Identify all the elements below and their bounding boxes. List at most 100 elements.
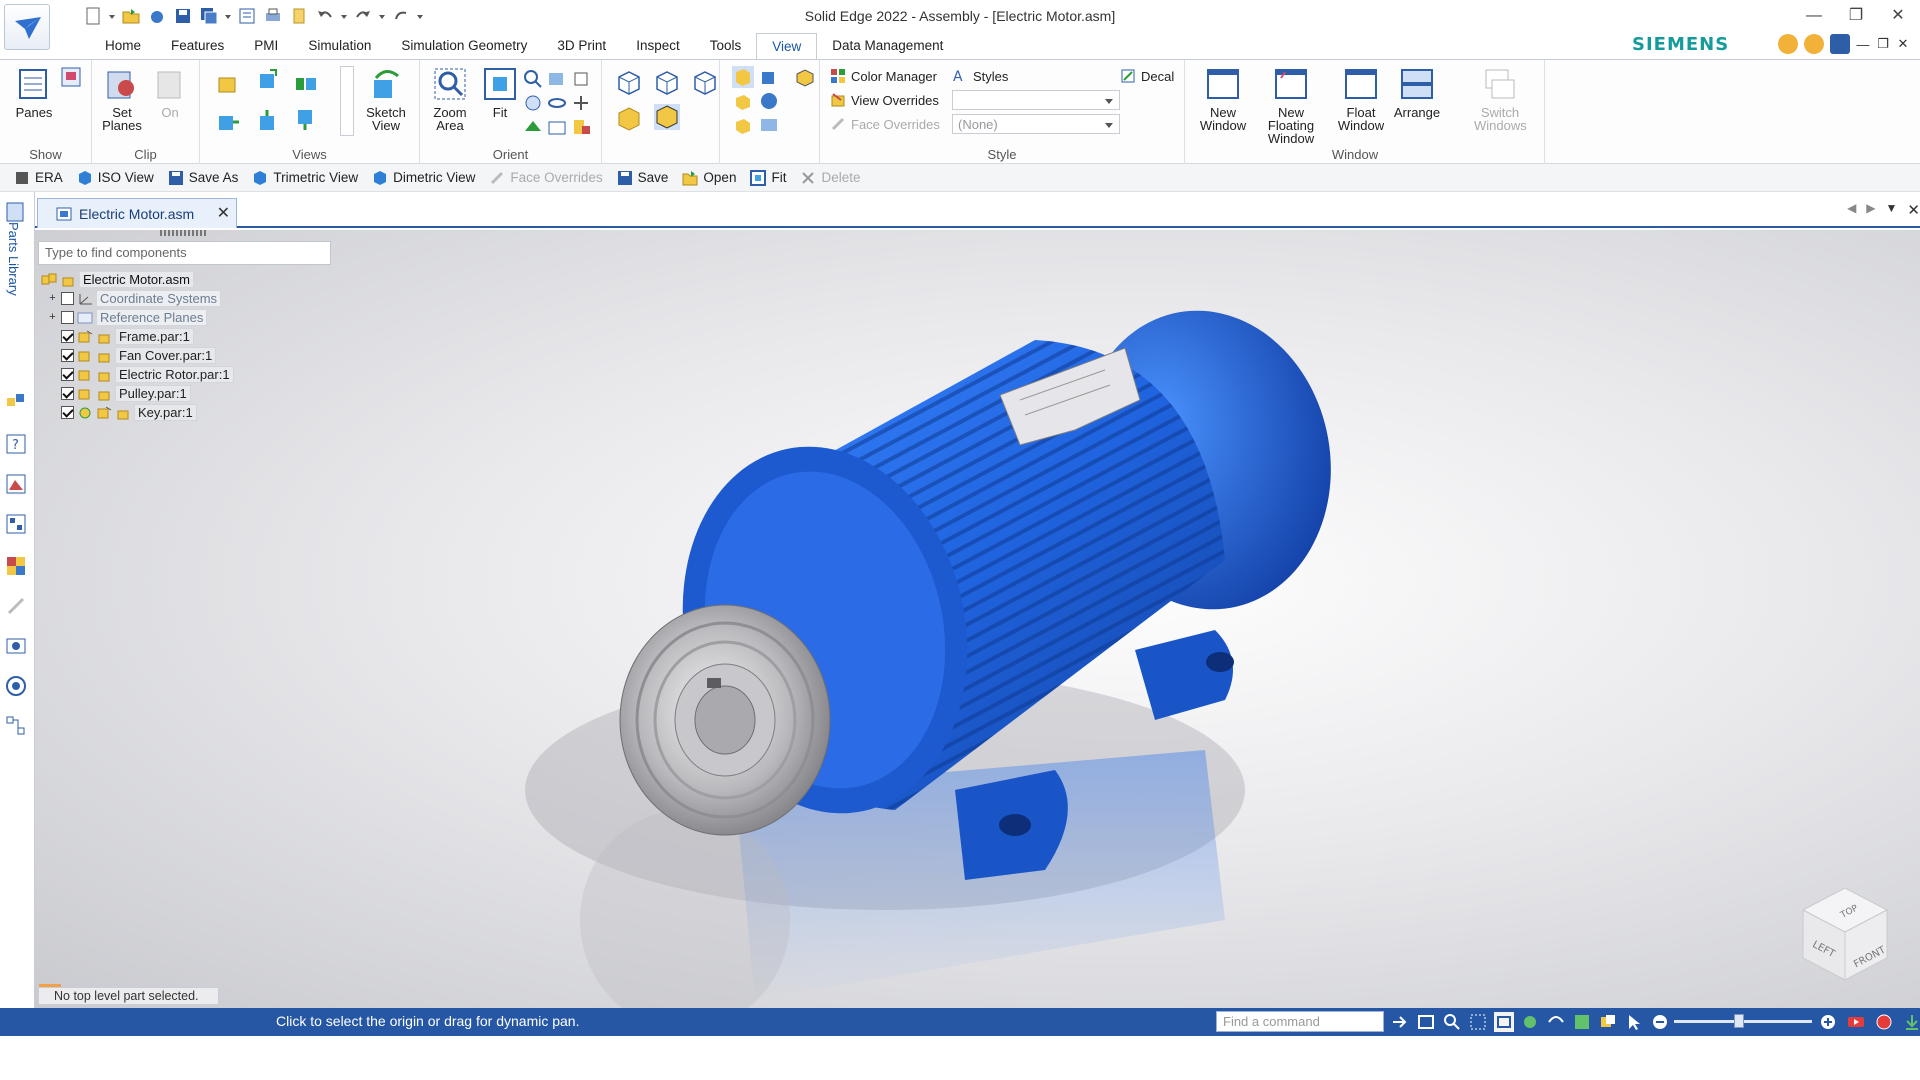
face-overrides-command[interactable]: Face Overrides — [489, 170, 603, 186]
tree-root[interactable]: Electric Motor.asm — [41, 270, 234, 289]
tab-view[interactable]: View — [756, 33, 818, 60]
help-icon[interactable] — [1830, 34, 1850, 54]
zoom-out-icon[interactable] — [1650, 1012, 1670, 1032]
clip-on-button[interactable]: On — [144, 66, 196, 119]
shaded-edges-icon[interactable] — [654, 104, 680, 130]
smile-feedback-icon[interactable] — [1778, 34, 1798, 54]
tab-list-dropdown-icon[interactable]: ▼ — [1886, 201, 1898, 219]
face-overrides-combo[interactable]: (None) — [952, 114, 1120, 134]
align-view-icon[interactable] — [570, 116, 592, 138]
pathfinder-icon[interactable] — [4, 390, 28, 414]
save-as-view-button[interactable]: Save As — [168, 170, 238, 186]
zoom-status-icon[interactable] — [1442, 1012, 1462, 1032]
color-manager-button[interactable]: Color Manager — [830, 66, 937, 86]
iso-cube-icon[interactable] — [616, 70, 640, 95]
sensors-icon[interactable] — [4, 634, 28, 658]
arrange-button[interactable]: Arrange — [1391, 66, 1443, 119]
select-tool-icon[interactable] — [1624, 1012, 1644, 1032]
view-right-icon[interactable] — [216, 110, 239, 132]
named-views-icon[interactable] — [256, 68, 278, 90]
close-tab-icon[interactable]: ✕ — [217, 203, 230, 223]
restore-button[interactable]: ❐ — [1844, 6, 1868, 26]
spin-about-icon[interactable] — [546, 92, 568, 114]
panes-button[interactable]: Panes — [8, 66, 60, 119]
rendering-icon[interactable] — [4, 554, 28, 578]
ribbon-minimize-icon[interactable]: — — [1856, 37, 1870, 52]
sketch-rotate-icon[interactable] — [546, 116, 568, 138]
tab-simulation-geometry[interactable]: Simulation Geometry — [386, 33, 542, 60]
frown-feedback-icon[interactable] — [1804, 34, 1824, 54]
tab-data-management[interactable]: Data Management — [817, 33, 958, 60]
trimetric-cube-icon[interactable] — [692, 70, 716, 95]
video-icon[interactable] — [1846, 1012, 1866, 1032]
download-icon[interactable] — [1902, 1012, 1920, 1032]
parts-library-tab[interactable]: Parts Library — [6, 222, 21, 296]
tab-pmi[interactable]: PMI — [239, 33, 293, 60]
fit-status-icon[interactable] — [1416, 1012, 1436, 1032]
tree-item-coordinate-systems[interactable]: + Coordinate Systems — [41, 289, 234, 308]
shaded-cube-icon[interactable] — [616, 106, 640, 131]
view-down-icon[interactable] — [294, 108, 316, 130]
visibility-checkbox[interactable] — [61, 292, 74, 305]
common-views-icon[interactable] — [522, 116, 544, 138]
find-command-input[interactable]: Find a command — [1216, 1011, 1384, 1032]
pan-icon[interactable] — [546, 68, 568, 90]
tree-item-frame[interactable]: Frame.par:1 — [41, 327, 234, 346]
visibility-checkbox[interactable] — [61, 330, 74, 343]
iso-view-button[interactable]: ISO View — [77, 170, 154, 186]
layers-icon[interactable] — [4, 472, 28, 496]
open-view-button[interactable]: Open — [682, 170, 736, 186]
new-floating-window-button[interactable]: New Floating Window — [1255, 66, 1327, 145]
tree-item-fan-cover[interactable]: Fan Cover.par:1 — [41, 346, 234, 365]
save-view-button[interactable]: Save — [617, 170, 668, 186]
tab-tools[interactable]: Tools — [695, 33, 757, 60]
close-button[interactable]: ✕ — [1886, 6, 1910, 26]
display-status-icon[interactable] — [1598, 1012, 1618, 1032]
float-window-button[interactable]: Float Window — [1335, 66, 1387, 132]
tree-panel-grip[interactable] — [160, 230, 206, 236]
tab-home[interactable]: Home — [90, 33, 156, 60]
visibility-checkbox[interactable] — [61, 368, 74, 381]
new-window-button[interactable]: New Window — [1197, 66, 1249, 132]
minimize-button[interactable]: — — [1802, 6, 1826, 26]
views-gallery-scroll[interactable] — [340, 66, 354, 136]
rotate-icon[interactable] — [522, 92, 544, 114]
visibility-checkbox[interactable] — [61, 406, 74, 419]
spin-status-icon[interactable] — [1546, 1012, 1566, 1032]
visibility-checkbox[interactable] — [61, 311, 74, 324]
visibility-checkbox[interactable] — [61, 387, 74, 400]
expand-icon[interactable]: + — [47, 293, 58, 304]
parts-library-icon[interactable] — [4, 200, 28, 224]
rotate-status-icon[interactable] — [1520, 1012, 1540, 1032]
tab-inspect[interactable]: Inspect — [621, 33, 695, 60]
delete-view-button[interactable]: Delete — [800, 170, 860, 186]
structure-icon[interactable] — [4, 714, 28, 738]
electric-motor-model[interactable] — [35, 230, 1920, 1008]
zoom-in-icon[interactable] — [1818, 1012, 1838, 1032]
simulation-icon[interactable] — [4, 674, 28, 698]
doc-close-icon[interactable]: ✕ — [1896, 36, 1910, 52]
floor-reflection-icon[interactable] — [732, 90, 754, 112]
feature-library-icon[interactable]: ? — [4, 432, 28, 456]
render-settings-icon[interactable] — [794, 66, 816, 88]
view-overrides-button[interactable]: View Overrides — [830, 90, 939, 110]
view-cube[interactable]: TOP LEFT FRONT — [1795, 880, 1895, 990]
doc-restore-icon[interactable]: ❐ — [1876, 36, 1890, 52]
styles-button[interactable]: A Styles — [952, 66, 1008, 86]
fit-button[interactable]: Fit — [474, 66, 526, 119]
tab-simulation[interactable]: Simulation — [293, 33, 386, 60]
tab-3d-print[interactable]: 3D Print — [542, 33, 621, 60]
face-overrides-button[interactable]: Face Overrides — [830, 114, 940, 134]
switch-windows-button[interactable]: Switch Windows — [1474, 66, 1527, 132]
decal-button[interactable]: Decal — [1120, 66, 1174, 86]
dimetric-cube-icon[interactable] — [654, 70, 678, 95]
document-tab-electric-motor[interactable]: Electric Motor.asm ✕ — [37, 198, 237, 228]
find-components-input[interactable]: Type to find components — [38, 241, 331, 265]
views-status-icon[interactable] — [1572, 1012, 1592, 1032]
tree-item-pulley[interactable]: Pulley.par:1 — [41, 384, 234, 403]
sketch-view-button[interactable]: Sketch View — [360, 66, 412, 132]
relationships-icon[interactable] — [4, 594, 28, 618]
fit-view-button[interactable]: Fit — [750, 169, 786, 186]
perspective-icon[interactable] — [758, 66, 780, 88]
zoom-slider-thumb[interactable] — [1734, 1014, 1744, 1028]
